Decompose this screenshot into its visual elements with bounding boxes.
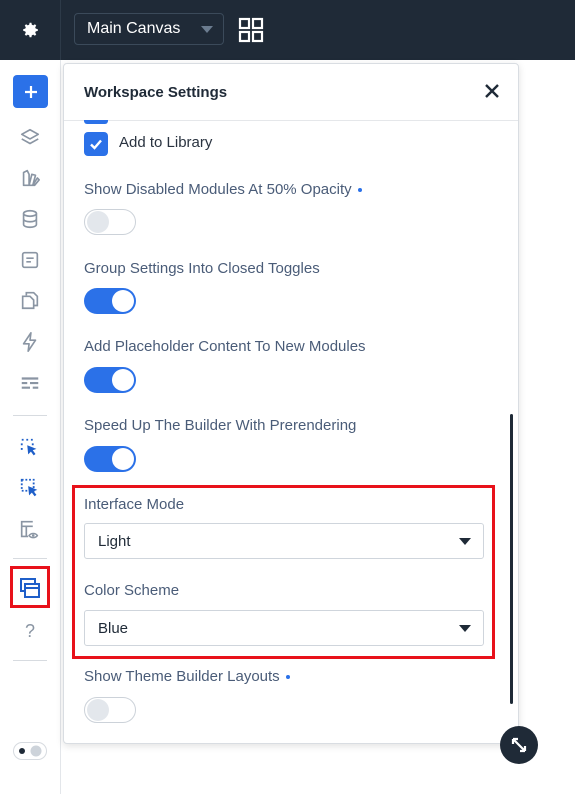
scrollbar[interactable] [510, 414, 513, 704]
form-icon [21, 251, 39, 269]
chevron-down-icon [201, 26, 213, 33]
sidebar-divider [13, 415, 47, 416]
interface-mode-value: Light [98, 532, 131, 550]
layers-button[interactable] [12, 122, 48, 154]
add-to-library-label: Add to Library [119, 134, 213, 151]
help-button[interactable]: ? [12, 615, 48, 647]
canvas-select[interactable]: Main Canvas [74, 13, 224, 45]
add-module-button[interactable] [13, 75, 48, 108]
database-button[interactable] [12, 203, 48, 235]
rows-icon [21, 377, 39, 389]
toggle-placeholder-content[interactable] [84, 367, 136, 393]
interface-mode-select[interactable]: Light [84, 523, 484, 559]
settings-button[interactable] [0, 0, 61, 60]
indicator-dot [357, 188, 362, 193]
toggle-knob [87, 211, 109, 233]
workspace-settings-panel: Workspace Settings Add to Library Show D… [63, 63, 519, 744]
left-sidebar: ? [0, 60, 61, 794]
scrolled-item-edge [84, 120, 108, 124]
toggle-knob [112, 448, 134, 470]
setting-label-placeholder-content: Add Placeholder Content To New Modules [84, 338, 366, 355]
toggle-theme-builder[interactable] [84, 697, 136, 723]
panel-header: Workspace Settings [64, 64, 518, 121]
chevron-down-icon [459, 538, 471, 545]
gear-icon [23, 22, 38, 38]
toggle-closed-toggles[interactable] [84, 288, 136, 314]
hover-mode-button[interactable] [12, 472, 48, 504]
copy-icon [21, 291, 39, 310]
setting-label-text: Show Disabled Modules At 50% Opacity [84, 181, 352, 198]
palette-icon [22, 169, 40, 187]
pages-button[interactable] [12, 284, 48, 316]
color-scheme-select[interactable]: Blue [84, 610, 484, 646]
indicator-dot [285, 675, 290, 680]
color-scheme-label: Color Scheme [84, 582, 180, 599]
preview-button[interactable] [12, 514, 48, 546]
quick-actions-button[interactable] [12, 326, 48, 358]
theme-toggle-icon [19, 745, 42, 757]
expand-arrows-icon [511, 737, 527, 753]
sidebar-divider [13, 660, 47, 661]
setting-label-text: Show Theme Builder Layouts [84, 668, 280, 685]
pointer-select-icon [20, 438, 37, 456]
panel-title: Workspace Settings [84, 84, 228, 101]
design-library-button[interactable] [12, 162, 48, 194]
page-settings-button[interactable] [12, 244, 48, 276]
lightning-icon [22, 332, 37, 352]
plus-icon [24, 85, 37, 98]
sidebar-divider [13, 558, 47, 559]
interface-mode-label: Interface Mode [84, 496, 185, 513]
setting-label-prerendering: Speed Up The Builder With Prerendering [84, 417, 357, 434]
layers-icon [20, 128, 40, 145]
layout-eye-icon [20, 520, 39, 539]
setting-label-disabled-opacity: Show Disabled Modules At 50% Opacity [84, 181, 362, 198]
theme-toggle[interactable] [13, 742, 47, 760]
add-to-library-checkbox[interactable] [84, 132, 108, 156]
canvas-select-value: Main Canvas [87, 20, 181, 37]
resize-button[interactable] [500, 726, 538, 764]
close-icon[interactable] [481, 80, 503, 102]
toggle-knob [112, 290, 134, 312]
setting-label-closed-toggles: Group Settings Into Closed Toggles [84, 260, 320, 277]
grid-icon[interactable] [238, 17, 264, 43]
database-icon [22, 209, 38, 229]
toggle-knob [112, 369, 134, 391]
pointer-select-alt-icon [20, 478, 38, 497]
toggle-disabled-opacity[interactable] [84, 209, 136, 235]
toggle-knob [87, 699, 109, 721]
checkmark-icon [90, 139, 102, 150]
color-scheme-value: Blue [98, 619, 129, 637]
setting-label-theme-builder: Show Theme Builder Layouts [84, 668, 290, 685]
top-bar: Main Canvas [0, 0, 575, 60]
presets-button[interactable] [12, 368, 48, 400]
toggle-prerendering[interactable] [84, 446, 136, 472]
workspace-highlight [10, 566, 50, 608]
click-mode-button[interactable] [12, 432, 48, 464]
chevron-down-icon [459, 625, 471, 632]
